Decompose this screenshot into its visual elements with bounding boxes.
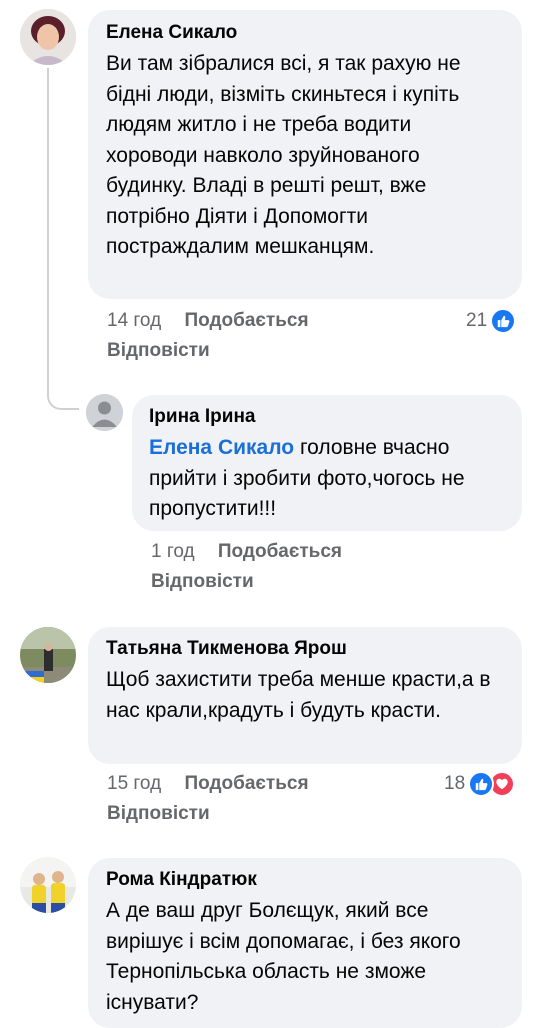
reaction-count: 18 (444, 773, 466, 794)
avatar[interactable] (20, 627, 76, 683)
like-button[interactable]: Подобається (218, 541, 342, 562)
comment-meta: 1 год Подобається (151, 541, 342, 563)
like-button[interactable]: Подобається (184, 310, 308, 331)
thread-line (47, 68, 79, 410)
comment-time[interactable]: 1 год (151, 541, 195, 562)
comment-text: Щоб захистити треба менше красти,а в нас… (106, 668, 491, 722)
comment-author[interactable]: Рома Кіндратюк (106, 868, 506, 892)
comment-bubble: Рома Кіндратюк А де ваш друг Болєщук, як… (88, 858, 522, 1028)
like-icon (490, 308, 517, 334)
reply-button[interactable]: Відповісти (151, 571, 254, 592)
avatar[interactable] (86, 394, 123, 431)
comment-meta: 15 год Подобається (107, 773, 309, 795)
comment-author[interactable]: Ірина Ірина (149, 405, 506, 429)
avatar[interactable] (20, 857, 76, 913)
comment-meta-reply: Відповісти (151, 571, 254, 593)
comment-text: Ви там зібралися всі, я так рахую не бід… (106, 52, 461, 258)
comment-text: А де ваш друг Болєщук, який все вирішує … (106, 899, 461, 1014)
comment-meta-reply: Відповісти (107, 340, 210, 362)
avatar[interactable] (20, 9, 76, 65)
comment-bubble: Ірина Ірина Елена Сикало головне вчасно … (132, 395, 522, 531)
comment-author[interactable]: Елена Сикало (106, 21, 506, 45)
like-button[interactable]: Подобається (184, 773, 308, 794)
comment-text: Елена Сикало головне вчасно прийти і зро… (149, 433, 506, 525)
reply-button[interactable]: Відповісти (107, 340, 210, 361)
comment-bubble: Татьяна Тикменова Ярош Щоб захистити тре… (88, 627, 522, 764)
reaction-count: 21 (466, 310, 488, 331)
comment-meta-reply: Відповісти (107, 803, 210, 825)
comment-author[interactable]: Татьяна Тикменова Ярош (106, 637, 506, 661)
like-icon (468, 771, 495, 797)
reply-button[interactable]: Відповісти (107, 803, 210, 824)
mention-link[interactable]: Елена Сикало (149, 436, 294, 459)
reaction-summary[interactable]: 21 (466, 308, 517, 334)
comment-time[interactable]: 14 год (107, 310, 161, 331)
comment-meta: 14 год Подобається (107, 310, 309, 332)
comment-time[interactable]: 15 год (107, 773, 161, 794)
reaction-summary[interactable]: 18 (444, 771, 516, 797)
comment-bubble: Елена Сикало Ви там зібралися всі, я так… (88, 10, 522, 299)
